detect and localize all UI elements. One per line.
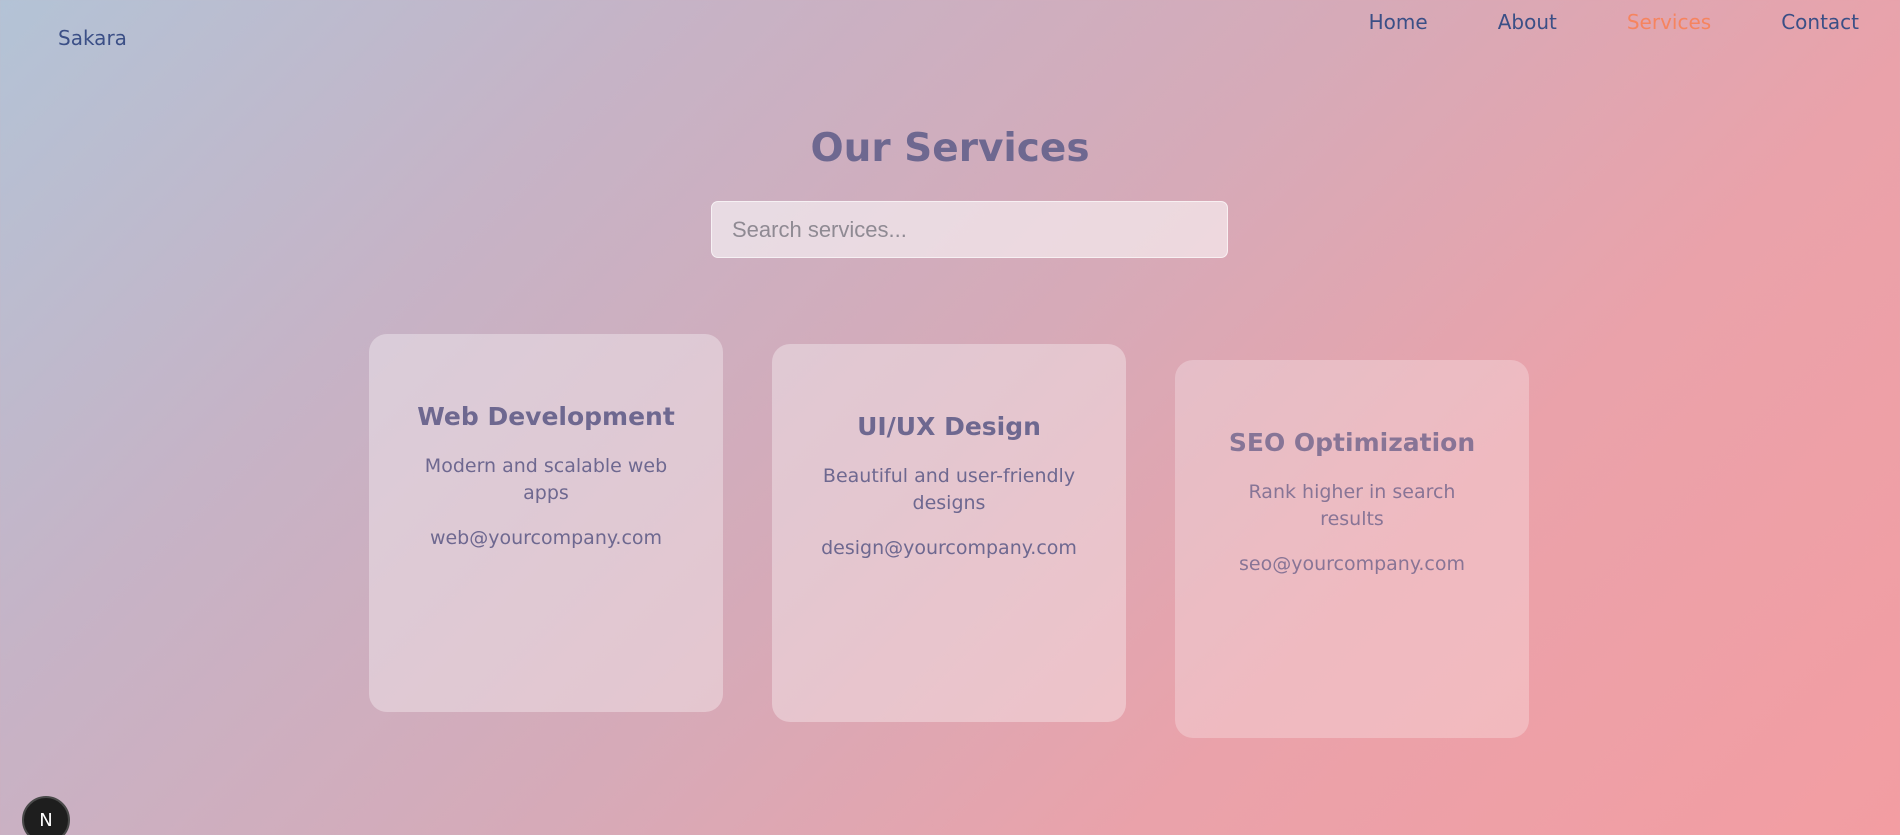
nav-home[interactable]: Home bbox=[1369, 10, 1428, 34]
card-description: Modern and scalable web apps bbox=[424, 455, 668, 504]
nav-about[interactable]: About bbox=[1498, 10, 1557, 34]
card-email: seo@yourcompany.com bbox=[1239, 553, 1465, 575]
service-card-seo-optimization[interactable]: SEO Optimization Rank higher in search r… bbox=[1175, 360, 1529, 738]
card-title: Web Development bbox=[417, 402, 675, 431]
card-email: design@yourcompany.com bbox=[821, 537, 1077, 559]
service-card-ui-ux-design[interactable]: UI/UX Design Beautiful and user-friendly… bbox=[772, 344, 1126, 722]
page-title: Our Services bbox=[810, 126, 1090, 171]
card-description: Rank higher in search results bbox=[1248, 481, 1456, 530]
card-title: UI/UX Design bbox=[857, 412, 1041, 441]
search-input[interactable] bbox=[711, 201, 1228, 258]
nav-contact[interactable]: Contact bbox=[1781, 10, 1859, 34]
service-card-web-development[interactable]: Web Development Modern and scalable web … bbox=[369, 334, 723, 712]
card-email: web@yourcompany.com bbox=[429, 527, 663, 549]
card-title: SEO Optimization bbox=[1228, 428, 1476, 457]
nextjs-dev-badge-icon[interactable]: N bbox=[22, 796, 70, 835]
main-nav: Home About Services Contact bbox=[1369, 10, 1859, 34]
card-description: Beautiful and user-friendly designs bbox=[822, 465, 1076, 514]
nav-services[interactable]: Services bbox=[1627, 10, 1711, 34]
brand-logo[interactable]: Sakara bbox=[58, 26, 127, 50]
search-container bbox=[711, 201, 1228, 258]
